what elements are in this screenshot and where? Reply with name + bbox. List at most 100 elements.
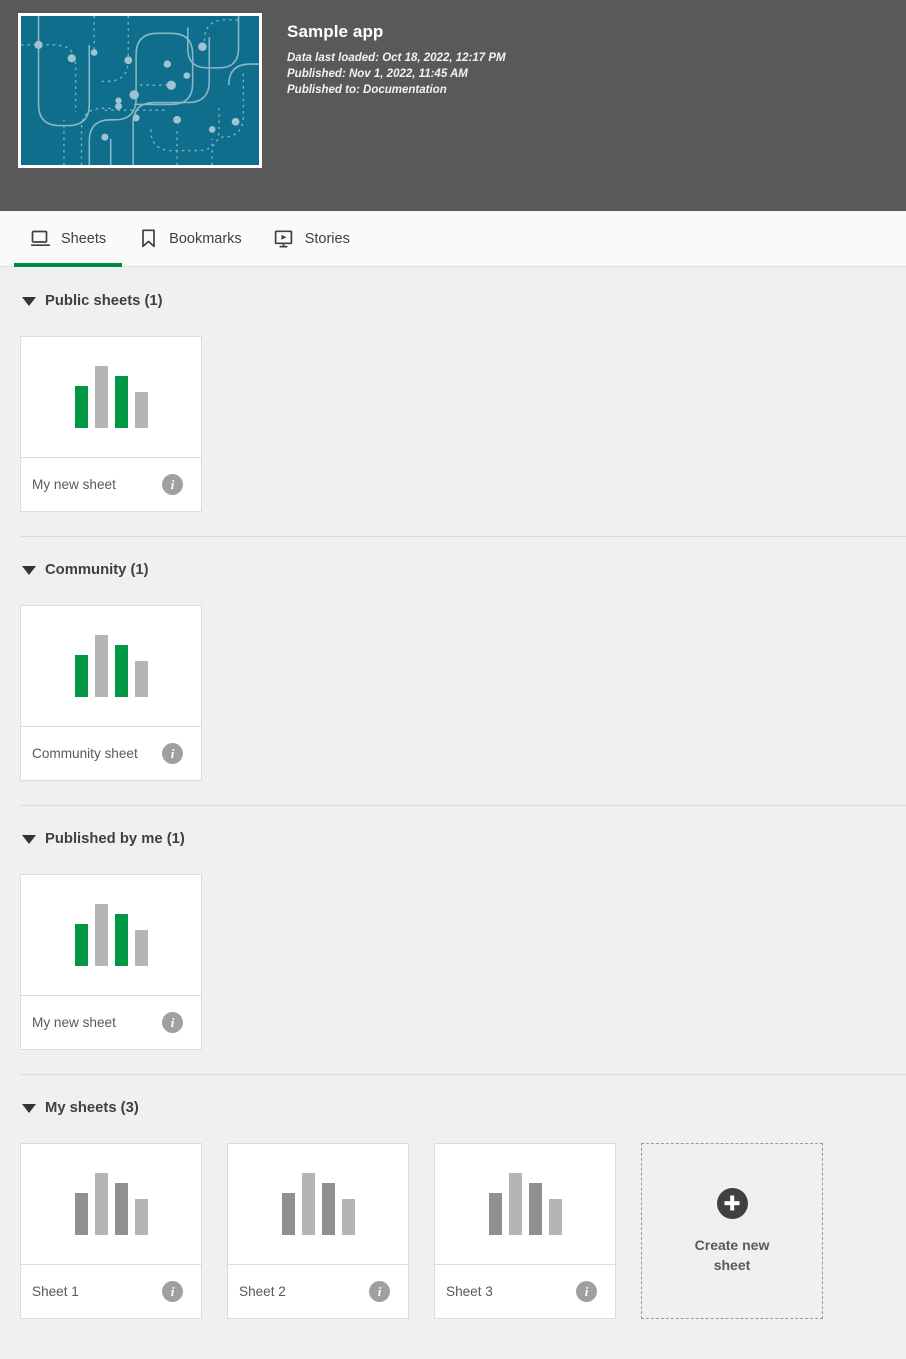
- info-icon[interactable]: i: [162, 1281, 183, 1302]
- tab-stories[interactable]: Stories: [258, 211, 366, 266]
- sheet-thumbnail: [21, 875, 201, 996]
- section-header[interactable]: Public sheets (1): [0, 267, 906, 315]
- sheet-card[interactable]: Sheet 2 i: [227, 1143, 409, 1319]
- sheet-card-footer: Sheet 3 i: [435, 1265, 615, 1318]
- chart-bar: [94, 635, 108, 697]
- published-date: Published: Nov 1, 2022, 11:45 AM: [287, 68, 468, 81]
- thumbnail-bar-chart: [74, 904, 148, 966]
- sheet-thumbnail: [435, 1144, 615, 1265]
- tab-bookmarks[interactable]: Bookmarks: [122, 211, 258, 266]
- sheet-thumbnail: [228, 1144, 408, 1265]
- sheets-icon: [30, 229, 50, 249]
- chart-bar: [74, 924, 88, 966]
- thumbnail-bar-chart: [281, 1173, 355, 1235]
- sheet-title: Community sheet: [32, 746, 138, 761]
- caret-down-icon[interactable]: [22, 834, 36, 844]
- section-title: My sheets (3): [45, 1100, 139, 1116]
- bookmark-icon: [138, 229, 158, 249]
- chart-bar: [74, 655, 88, 697]
- section-header[interactable]: My sheets (3): [0, 1074, 906, 1122]
- tab-sheets[interactable]: Sheets: [14, 211, 123, 267]
- card-row: My new sheet i: [0, 853, 906, 1074]
- section-header[interactable]: Published by me (1): [0, 805, 906, 853]
- info-icon[interactable]: i: [576, 1281, 597, 1302]
- sheet-card[interactable]: My new sheet i: [20, 336, 202, 512]
- card-row: Sheet 1 i Sheet 2 i Sheet 3 i Create new sheet: [0, 1122, 906, 1343]
- chart-bar: [134, 1199, 148, 1235]
- tab-bookmarks-label: Bookmarks: [169, 230, 242, 247]
- tabbar: Sheets Bookmarks Stories: [0, 211, 906, 267]
- section-header[interactable]: Community (1): [0, 536, 906, 584]
- sheet-section: My sheets (3) Sheet 1 i Sheet 2 i Sheet 3 i Cre…: [0, 1074, 906, 1343]
- sheet-card-footer: Sheet 2 i: [228, 1265, 408, 1318]
- chart-bar: [94, 1173, 108, 1235]
- sheet-card-footer: My new sheet i: [21, 458, 201, 511]
- sheet-title: My new sheet: [32, 477, 116, 492]
- sheet-card-footer: My new sheet i: [21, 996, 201, 1049]
- chart-bar: [508, 1173, 522, 1235]
- chart-bar: [114, 376, 128, 428]
- info-icon[interactable]: i: [162, 743, 183, 764]
- chart-bar: [548, 1199, 562, 1235]
- chart-bar: [488, 1193, 502, 1235]
- data-last-loaded: Data last loaded: Oct 18, 2022, 12:17 PM: [287, 52, 506, 64]
- sheet-thumbnail: [21, 337, 201, 458]
- chart-bar: [134, 661, 148, 697]
- info-icon[interactable]: i: [162, 1012, 183, 1033]
- chart-bar: [528, 1183, 542, 1235]
- chart-bar: [74, 386, 88, 428]
- chart-bar: [341, 1199, 355, 1235]
- chart-bar: [301, 1173, 315, 1235]
- section-title: Public sheets (1): [45, 293, 163, 309]
- chart-bar: [94, 366, 108, 428]
- chart-bar: [321, 1183, 335, 1235]
- sheet-section: Published by me (1) My new sheet i: [0, 805, 906, 1074]
- sheet-card[interactable]: My new sheet i: [20, 874, 202, 1050]
- thumbnail-bar-chart: [74, 366, 148, 428]
- app-thumbnail[interactable]: [18, 13, 262, 168]
- thumbnail-bar-chart: [74, 1173, 148, 1235]
- caret-down-icon[interactable]: [22, 565, 36, 575]
- story-icon: [274, 229, 294, 249]
- published-to: Published to: Documentation: [287, 84, 447, 97]
- sheet-section: Public sheets (1) My new sheet i: [0, 267, 906, 536]
- thumbnail-bar-chart: [74, 635, 148, 697]
- card-row: Community sheet i: [0, 584, 906, 805]
- chart-bar: [74, 1193, 88, 1235]
- create-new-sheet-button[interactable]: Create new sheet: [641, 1143, 823, 1319]
- caret-down-icon[interactable]: [22, 296, 36, 306]
- info-icon[interactable]: i: [369, 1281, 390, 1302]
- sheet-card[interactable]: Sheet 1 i: [20, 1143, 202, 1319]
- chart-bar: [134, 930, 148, 966]
- chart-bar: [114, 914, 128, 966]
- sheet-title: Sheet 3: [446, 1284, 493, 1299]
- tab-stories-label: Stories: [304, 230, 350, 247]
- sheet-thumbnail: [21, 606, 201, 727]
- sheet-card[interactable]: Sheet 3 i: [434, 1143, 616, 1319]
- sheet-card[interactable]: Community sheet i: [20, 605, 202, 781]
- sheet-title: Sheet 2: [239, 1284, 286, 1299]
- app-thumbnail-graphic: [21, 16, 259, 165]
- sheet-card-footer: Sheet 1 i: [21, 1265, 201, 1318]
- chart-bar: [281, 1193, 295, 1235]
- caret-down-icon[interactable]: [22, 1103, 36, 1113]
- chart-bar: [114, 645, 128, 697]
- sheet-title: My new sheet: [32, 1015, 116, 1030]
- plus-icon: [716, 1187, 748, 1219]
- info-icon[interactable]: i: [162, 474, 183, 495]
- sheets-content: Public sheets (1) My new sheet i Community …: [0, 267, 906, 1343]
- app-meta: Sample app Data last loaded: Oct 18, 202…: [287, 13, 506, 99]
- sheet-title: Sheet 1: [32, 1284, 79, 1299]
- thumbnail-bar-chart: [488, 1173, 562, 1235]
- create-new-sheet-label: Create new sheet: [694, 1236, 770, 1273]
- section-title: Community (1): [45, 562, 149, 578]
- sheet-thumbnail: [21, 1144, 201, 1265]
- chart-bar: [94, 904, 108, 966]
- app-header: Sample app Data last loaded: Oct 18, 202…: [0, 0, 906, 211]
- chart-bar: [134, 392, 148, 428]
- card-row: My new sheet i: [0, 315, 906, 536]
- section-title: Published by me (1): [45, 831, 185, 847]
- chart-bar: [114, 1183, 128, 1235]
- app-title: Sample app: [287, 22, 384, 41]
- sheet-section: Community (1) Community sheet i: [0, 536, 906, 805]
